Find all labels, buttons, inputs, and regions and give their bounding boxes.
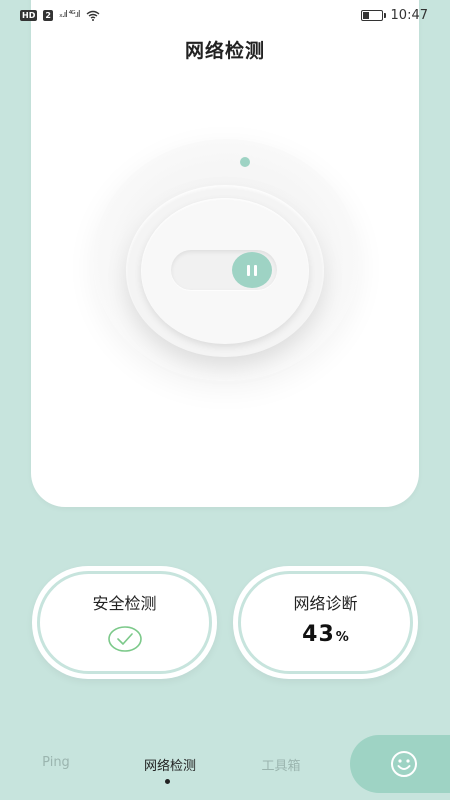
indicator-dot	[240, 157, 250, 167]
main-card: 网络检测	[31, 0, 419, 507]
pause-icon-bar-left	[247, 264, 250, 276]
status-left: HD 2 ₓ.ıl ⁴ᴳ.ıl	[20, 9, 100, 21]
network-diagnosis-card[interactable]: 网络诊断 43%	[233, 566, 418, 679]
pause-button[interactable]	[232, 252, 272, 288]
pause-icon-bar-right	[254, 264, 257, 276]
status-clock: 10:47	[390, 7, 428, 23]
status-bar: HD 2 ₓ.ıl ⁴ᴳ.ıl 10:47	[0, 0, 450, 30]
nav-item-network-detect[interactable]: 网络检测	[135, 755, 205, 774]
hd-badge: HD	[20, 9, 38, 21]
sim-badge: 2	[43, 9, 53, 21]
card-ring	[37, 571, 212, 674]
diagnosis-percent: 43	[302, 622, 335, 647]
smiley-icon	[391, 751, 417, 777]
bottom-nav: Ping 网络检测 工具箱	[0, 735, 450, 800]
nav-item-ping[interactable]: Ping	[38, 755, 74, 770]
battery-fill	[362, 11, 369, 19]
percent-unit: %	[335, 630, 349, 645]
active-tab-indicator	[165, 779, 170, 784]
signal-icon: ₓ.ıl ⁴ᴳ.ıl	[58, 10, 81, 20]
security-check-card[interactable]: 安全检测	[32, 566, 217, 679]
page-title: 网络检测	[184, 40, 265, 62]
diagnosis-progress: 43%	[233, 622, 418, 647]
check-circle-icon	[108, 626, 142, 652]
nav-item-toolbox[interactable]: 工具箱	[256, 755, 306, 774]
network-diagnosis-title: 网络诊断	[293, 594, 358, 613]
battery-icon	[360, 9, 386, 21]
wifi-icon	[86, 10, 99, 21]
status-right: 10:47	[360, 7, 428, 23]
security-check-title: 安全检测	[92, 594, 157, 613]
smiley-fab-button[interactable]	[350, 735, 450, 793]
